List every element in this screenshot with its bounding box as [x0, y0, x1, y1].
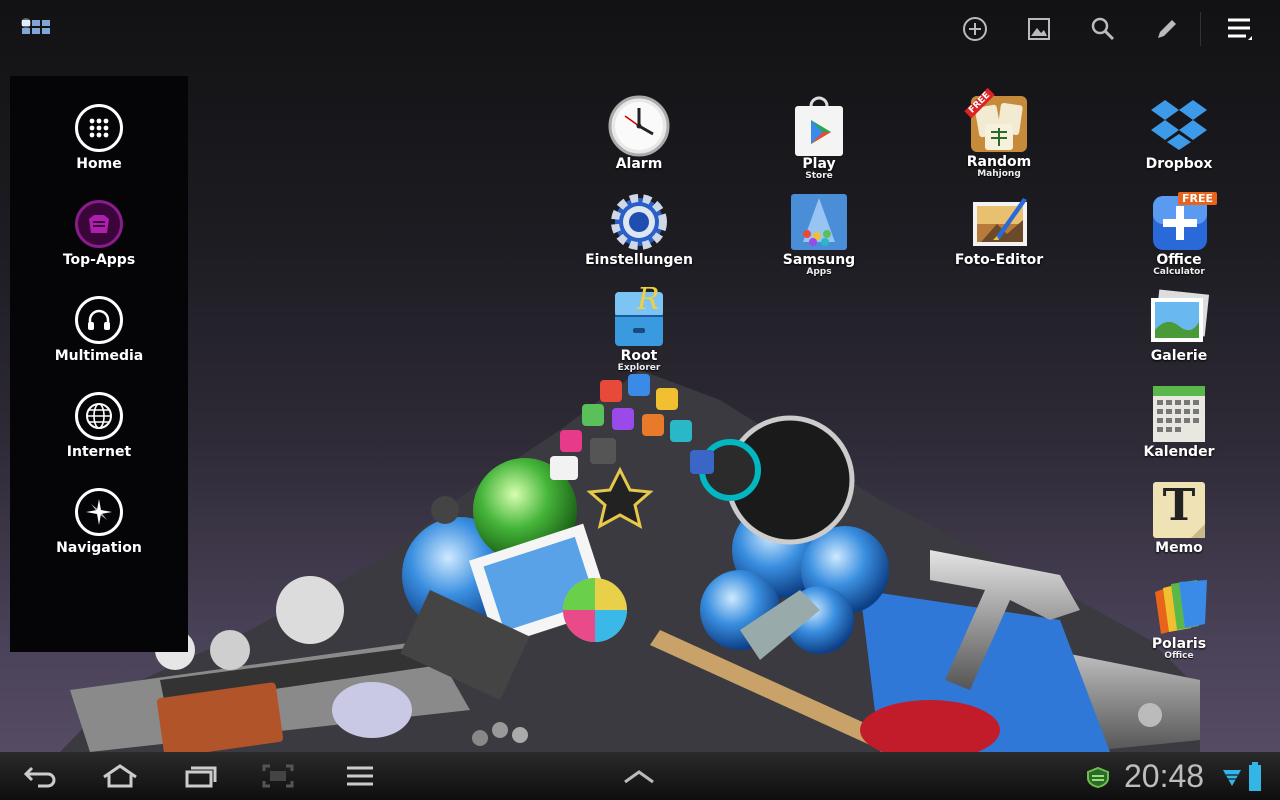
app-label: Office [1156, 252, 1202, 268]
app-galerie[interactable]: Galerie [1114, 286, 1244, 364]
app-sublabel: Calculator [1153, 267, 1205, 277]
recent-apps-icon[interactable] [178, 760, 222, 792]
screenshot-icon[interactable] [256, 760, 300, 792]
free-badge: FREE [1177, 192, 1217, 205]
app-label: Kalender [1143, 444, 1215, 460]
category-sidebar: Home Top-Apps Multimedia Internet Naviga… [10, 76, 188, 652]
settings-gear-icon [607, 190, 671, 254]
app-label: Dropbox [1145, 156, 1213, 172]
app-sublabel: Store [805, 171, 833, 181]
sidebar-item-label: Multimedia [54, 348, 144, 364]
sidebar-item-label: Top-Apps [62, 252, 136, 268]
wifi-icon [1222, 766, 1242, 792]
expand-up-icon[interactable] [617, 760, 661, 792]
system-navigation-bar: 20:48 [0, 752, 1280, 800]
calendar-icon [1147, 382, 1211, 446]
photo-editor-icon [967, 190, 1031, 254]
home-grid-icon [75, 104, 123, 152]
app-dropbox[interactable]: Dropbox [1114, 94, 1244, 172]
play-store-icon [787, 94, 851, 158]
mahjong-icon: FREE [964, 87, 1031, 156]
search-icon[interactable] [1086, 12, 1120, 46]
app-label: Play [802, 156, 836, 172]
app-play-store[interactable]: Play Store [754, 94, 884, 181]
app-label: Random [966, 154, 1032, 170]
home-icon[interactable] [98, 760, 142, 792]
app-sublabel: Explorer [617, 363, 661, 373]
app-label: Galerie [1150, 348, 1208, 364]
apps-grid-icon[interactable] [20, 14, 56, 40]
app-einstellungen[interactable]: Einstellungen [574, 190, 704, 268]
root-explorer-icon: R [607, 282, 671, 350]
headphones-icon [75, 296, 123, 344]
status-clock: 20:48 [1124, 758, 1205, 794]
samsung-apps-icon [787, 190, 851, 254]
sidebar-item-top-apps[interactable]: Top-Apps [10, 200, 188, 290]
globe-icon [75, 392, 123, 440]
app-label: Samsung [782, 252, 856, 268]
sidebar-item-label: Home [76, 156, 122, 172]
add-icon[interactable] [958, 12, 992, 46]
app-foto-editor[interactable]: Foto-Editor [934, 190, 1064, 268]
wallpaper-pile [60, 370, 1200, 752]
topbar-divider [1200, 12, 1201, 46]
app-polaris-office[interactable]: Polaris Office [1114, 574, 1244, 661]
app-sublabel: Office [1164, 651, 1194, 661]
back-icon[interactable] [18, 760, 62, 792]
compass-icon [75, 488, 123, 536]
edit-icon[interactable] [1150, 12, 1184, 46]
sidebar-item-home[interactable]: Home [10, 104, 188, 194]
dropbox-icon [1147, 94, 1211, 158]
app-sublabel: Mahjong [977, 169, 1021, 179]
sidebar-item-label: Navigation [56, 540, 142, 556]
app-label: Einstellungen [585, 252, 693, 268]
polaris-office-icon [1147, 574, 1211, 638]
top-action-bar [0, 0, 1280, 56]
app-alarm[interactable]: Alarm [574, 94, 704, 172]
shield-icon [1086, 766, 1110, 792]
app-root-explorer[interactable]: R Root Explorer [574, 282, 704, 373]
app-label: Alarm [615, 156, 663, 172]
sidebar-item-multimedia[interactable]: Multimedia [10, 296, 188, 386]
app-memo[interactable]: T Memo [1114, 478, 1244, 556]
memo-icon: T [1147, 478, 1211, 542]
app-label: Foto-Editor [954, 252, 1044, 268]
alarm-clock-icon [607, 94, 671, 158]
root-glyph: R [637, 282, 660, 317]
wallpaper-icon[interactable] [1022, 12, 1056, 46]
sidebar-item-label: Internet [66, 444, 132, 460]
sidebar-item-navigation[interactable]: Navigation [10, 488, 188, 578]
app-label: Memo [1155, 540, 1203, 556]
top-apps-icon [75, 200, 123, 248]
app-sublabel: Apps [806, 267, 832, 277]
app-kalender[interactable]: Kalender [1114, 382, 1244, 460]
battery-icon [1248, 762, 1262, 796]
office-calculator-icon: FREE [1147, 190, 1217, 254]
memo-glyph: T [1162, 480, 1196, 531]
app-office-calculator[interactable]: FREE Office Calculator [1114, 190, 1244, 277]
menu-icon[interactable] [1222, 12, 1256, 46]
menu-icon[interactable] [338, 760, 382, 792]
app-label: Root [620, 348, 658, 364]
app-random-mahjong[interactable]: FREE Random Mahjong [934, 87, 1064, 179]
app-samsung-apps[interactable]: Samsung Apps [754, 190, 884, 277]
sidebar-item-internet[interactable]: Internet [10, 392, 188, 482]
app-label: Polaris [1151, 636, 1207, 652]
gallery-icon [1147, 286, 1211, 350]
